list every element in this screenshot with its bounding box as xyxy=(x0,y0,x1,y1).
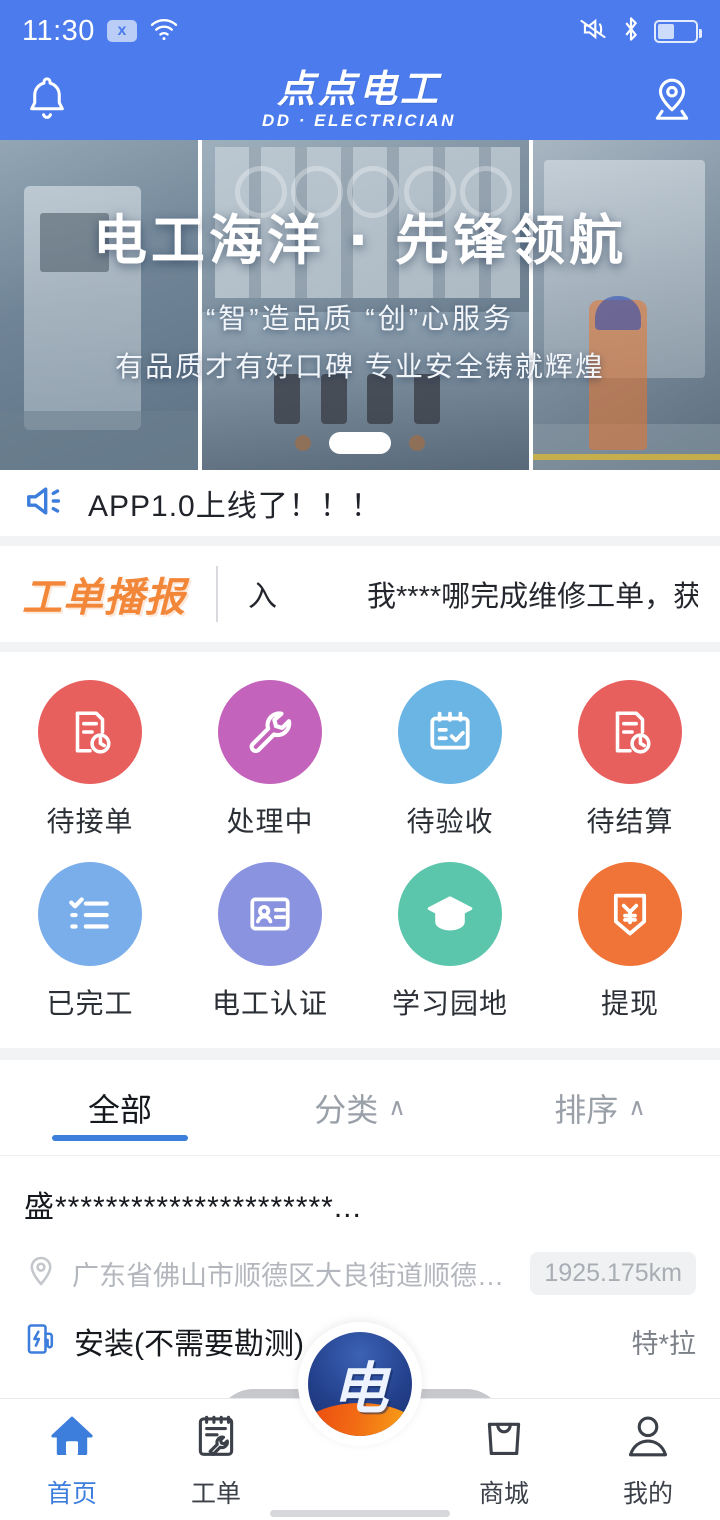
battery-icon xyxy=(654,19,702,43)
carousel-dot-active[interactable] xyxy=(329,432,391,454)
home-indicator xyxy=(0,1506,720,1520)
banner-slides xyxy=(0,140,720,470)
home-icon xyxy=(47,1411,97,1468)
wrench-icon xyxy=(218,680,322,784)
quick-action-label: 已完工 xyxy=(46,988,134,1019)
quick-action-diangongrenzheng[interactable]: 电工认证 xyxy=(180,862,360,1022)
location-pin-icon[interactable] xyxy=(648,74,696,129)
order-brand: 特*拉 xyxy=(631,1328,696,1359)
quick-action-label: 学习园地 xyxy=(391,988,508,1019)
order-distance: 1925.175km xyxy=(530,1252,696,1295)
broadcast-message: 我****哪完成维修工单，获得1311； xyxy=(367,573,698,615)
status-time: 11:30 xyxy=(22,14,95,47)
quick-action-label: 待验收 xyxy=(406,806,494,837)
broadcast-message-prefix: 我****哪完成维修工单，获得 xyxy=(367,581,698,613)
tab-label: 全部 xyxy=(87,1091,152,1128)
broadcast-badge: 工单播报 xyxy=(22,575,186,621)
quick-action-list: 待接单 处理中 待验收 待结算 已完工 电工认证 学习园地 提现 xyxy=(0,680,720,1022)
quick-action-label: 处理中 xyxy=(226,806,314,837)
x-badge-icon: x xyxy=(106,20,137,42)
quick-action-label: 待结算 xyxy=(586,806,674,837)
calendar-check-icon xyxy=(398,680,502,784)
broadcast-track: 入 我****哪完成维修工单，获得1311； xyxy=(248,573,698,615)
graduation-cap-icon xyxy=(398,862,502,966)
broadcast-divider xyxy=(216,566,218,622)
tab-label: 分类 xyxy=(314,1091,379,1128)
status-bar-right xyxy=(578,16,702,47)
quick-action-daiyanshou[interactable]: 待验收 xyxy=(360,680,540,840)
banner-carousel[interactable]: 电工海洋 · 先锋领航 “智”造品质 “创”心服务 有品质才有好口碑 专业安全铸… xyxy=(0,140,720,470)
nav-label: 我的 xyxy=(622,1480,673,1508)
app-logo-icon: 电 xyxy=(308,1332,412,1436)
broadcast-bar[interactable]: 工单播报 入 我****哪完成维修工单，获得1311； xyxy=(0,546,720,642)
tab-category[interactable]: 分类 ∧ xyxy=(240,1060,480,1155)
clipboard-wrench-icon xyxy=(191,1411,241,1468)
mute-icon xyxy=(578,16,608,47)
megaphone-icon xyxy=(22,482,66,525)
bluetooth-icon xyxy=(621,16,641,47)
status-bar: 11:30 x xyxy=(0,0,720,62)
filter-tabs: 全部 分类 ∧ 排序 ∧ xyxy=(0,1060,720,1156)
app-header: 点点电工 DD · ELECTRICIAN xyxy=(0,62,720,140)
nav-item-home[interactable]: 首页 xyxy=(0,1411,144,1510)
quick-action-tixian[interactable]: 提现 xyxy=(540,862,720,1022)
app-logo-en: DD · ELECTRICIAN xyxy=(262,111,456,131)
carousel-dot[interactable] xyxy=(295,435,311,451)
app-logo-fab-button[interactable]: 电 xyxy=(298,1322,422,1446)
quick-action-yiwangong[interactable]: 已完工 xyxy=(0,862,180,1022)
quick-action-label: 电工认证 xyxy=(211,988,328,1019)
order-customer-name: 盛**********************... xyxy=(24,1191,362,1224)
quick-action-label: 提现 xyxy=(600,988,659,1019)
chevron-up-icon: ∧ xyxy=(388,1094,406,1121)
nav-item-workorder[interactable]: 工单 xyxy=(144,1411,288,1510)
tab-label: 排序 xyxy=(554,1091,619,1128)
user-icon xyxy=(623,1411,673,1468)
app-logo-cn: 点点电工 xyxy=(276,66,441,111)
status-bar-left: 11:30 x xyxy=(22,15,179,48)
location-pin-icon xyxy=(24,1254,58,1293)
nav-item-profile[interactable]: 我的 xyxy=(576,1411,720,1510)
banner-slide-2[interactable] xyxy=(201,140,533,470)
checklist-icon xyxy=(38,862,142,966)
notice-text: APP1.0上线了！！！ xyxy=(88,490,382,523)
withdraw-yuan-icon xyxy=(578,862,682,966)
tab-all[interactable]: 全部 xyxy=(0,1060,240,1155)
quick-action-chulizhong[interactable]: 处理中 xyxy=(180,680,360,840)
banner-slide-1[interactable] xyxy=(0,140,202,470)
app-logo-glyph: 电 xyxy=(332,1356,388,1422)
order-refresh-icon xyxy=(38,680,142,784)
app-screen: 11:30 x 点点电工 DD · ELECTRICIAN 电工海洋 · 先锋领… xyxy=(0,0,720,1520)
tab-sort[interactable]: 排序 ∧ xyxy=(480,1060,720,1155)
quick-action-daijiesuan[interactable]: 待结算 xyxy=(540,680,720,840)
shop-bag-icon xyxy=(479,1411,529,1468)
carousel-indicator[interactable] xyxy=(0,432,720,454)
nav-label: 工单 xyxy=(190,1480,241,1508)
quick-action-grid: 待接单 处理中 待验收 待结算 已完工 电工认证 学习园地 提现 xyxy=(0,652,720,1048)
nav-label: 商城 xyxy=(478,1480,529,1508)
id-card-icon xyxy=(218,862,322,966)
order-address: 广东省佛山市顺德区大良街道顺德… xyxy=(72,1261,504,1291)
carousel-dot[interactable] xyxy=(409,435,425,451)
notice-bar[interactable]: APP1.0上线了！！！ xyxy=(0,470,720,536)
order-address-row: 广东省佛山市顺德区大良街道顺德… 1925.175km xyxy=(24,1252,696,1295)
nav-label: 首页 xyxy=(46,1480,97,1508)
wifi-icon xyxy=(149,17,179,46)
bell-icon[interactable] xyxy=(24,74,70,129)
banner-slide-3[interactable] xyxy=(532,140,720,470)
nav-item-shop[interactable]: 商城 xyxy=(432,1411,576,1510)
app-logo: 点点电工 DD · ELECTRICIAN xyxy=(262,66,456,131)
quick-action-xuexiyuandi[interactable]: 学习园地 xyxy=(360,862,540,1022)
broadcast-prev-fragment: 入 xyxy=(248,581,278,613)
tab-underline xyxy=(52,1135,188,1141)
order-refresh-icon xyxy=(578,680,682,784)
chevron-up-icon: ∧ xyxy=(628,1094,646,1121)
quick-action-daijiedan[interactable]: 待接单 xyxy=(0,680,180,840)
charging-pile-icon xyxy=(24,1321,58,1362)
quick-action-label: 待接单 xyxy=(46,806,134,837)
